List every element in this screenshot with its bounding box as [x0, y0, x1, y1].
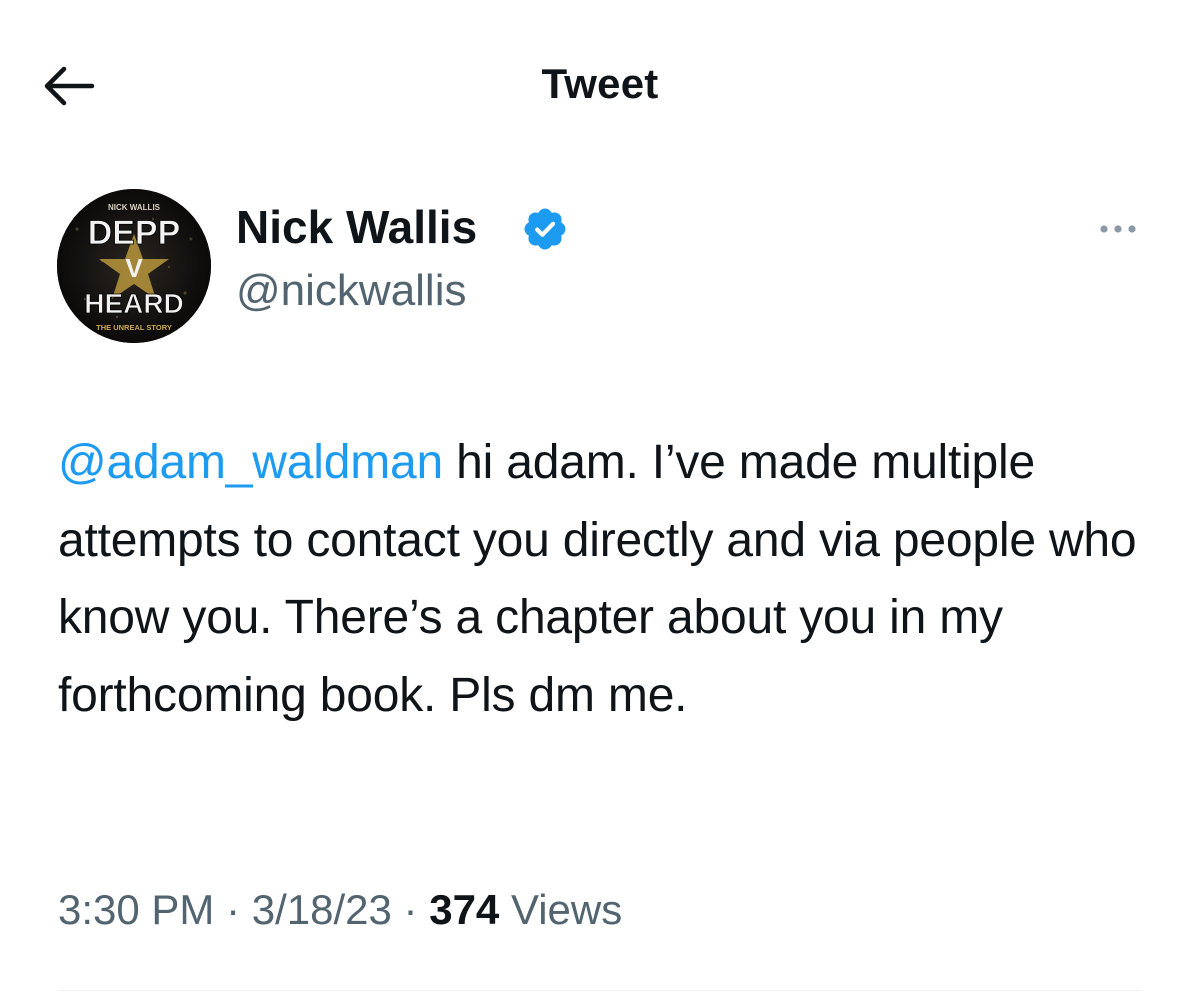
tweet-date[interactable]: 3/18/23 — [252, 886, 392, 933]
avatar-bottom-text: THE UNREAL STORY — [96, 323, 172, 332]
more-options-button[interactable] — [1093, 212, 1143, 246]
mention-link[interactable]: @adam_waldman — [58, 436, 443, 489]
avatar-line1: DEPP — [88, 214, 181, 252]
verified-badge-icon — [521, 205, 569, 253]
avatar-top-text: NICK WALLIS — [108, 203, 161, 212]
author-display-name[interactable]: Nick Wallis — [236, 200, 477, 254]
avatar-line2: V — [125, 253, 143, 283]
author-handle[interactable]: @nickwallis — [236, 266, 466, 316]
divider — [58, 990, 1142, 991]
view-count[interactable]: 374 — [429, 886, 499, 933]
tweet-time[interactable]: 3:30 PM — [58, 886, 214, 933]
avatar-line3: HEARD — [84, 288, 184, 319]
more-horizontal-icon — [1100, 225, 1136, 233]
meta-separator: · — [391, 886, 430, 933]
page-title: Tweet — [541, 60, 659, 107]
meta-separator: · — [214, 886, 252, 933]
avatar[interactable]: NICK WALLIS DEPP V HEARD THE UNREAL STOR… — [57, 189, 211, 343]
tweet-meta: 3:30 PM · 3/18/23 · 374 Views — [58, 886, 622, 934]
tweet-text: @adam_waldman hi adam. I’ve made multipl… — [58, 424, 1168, 734]
header: Tweet — [0, 0, 1200, 175]
views-label: Views — [499, 886, 623, 933]
